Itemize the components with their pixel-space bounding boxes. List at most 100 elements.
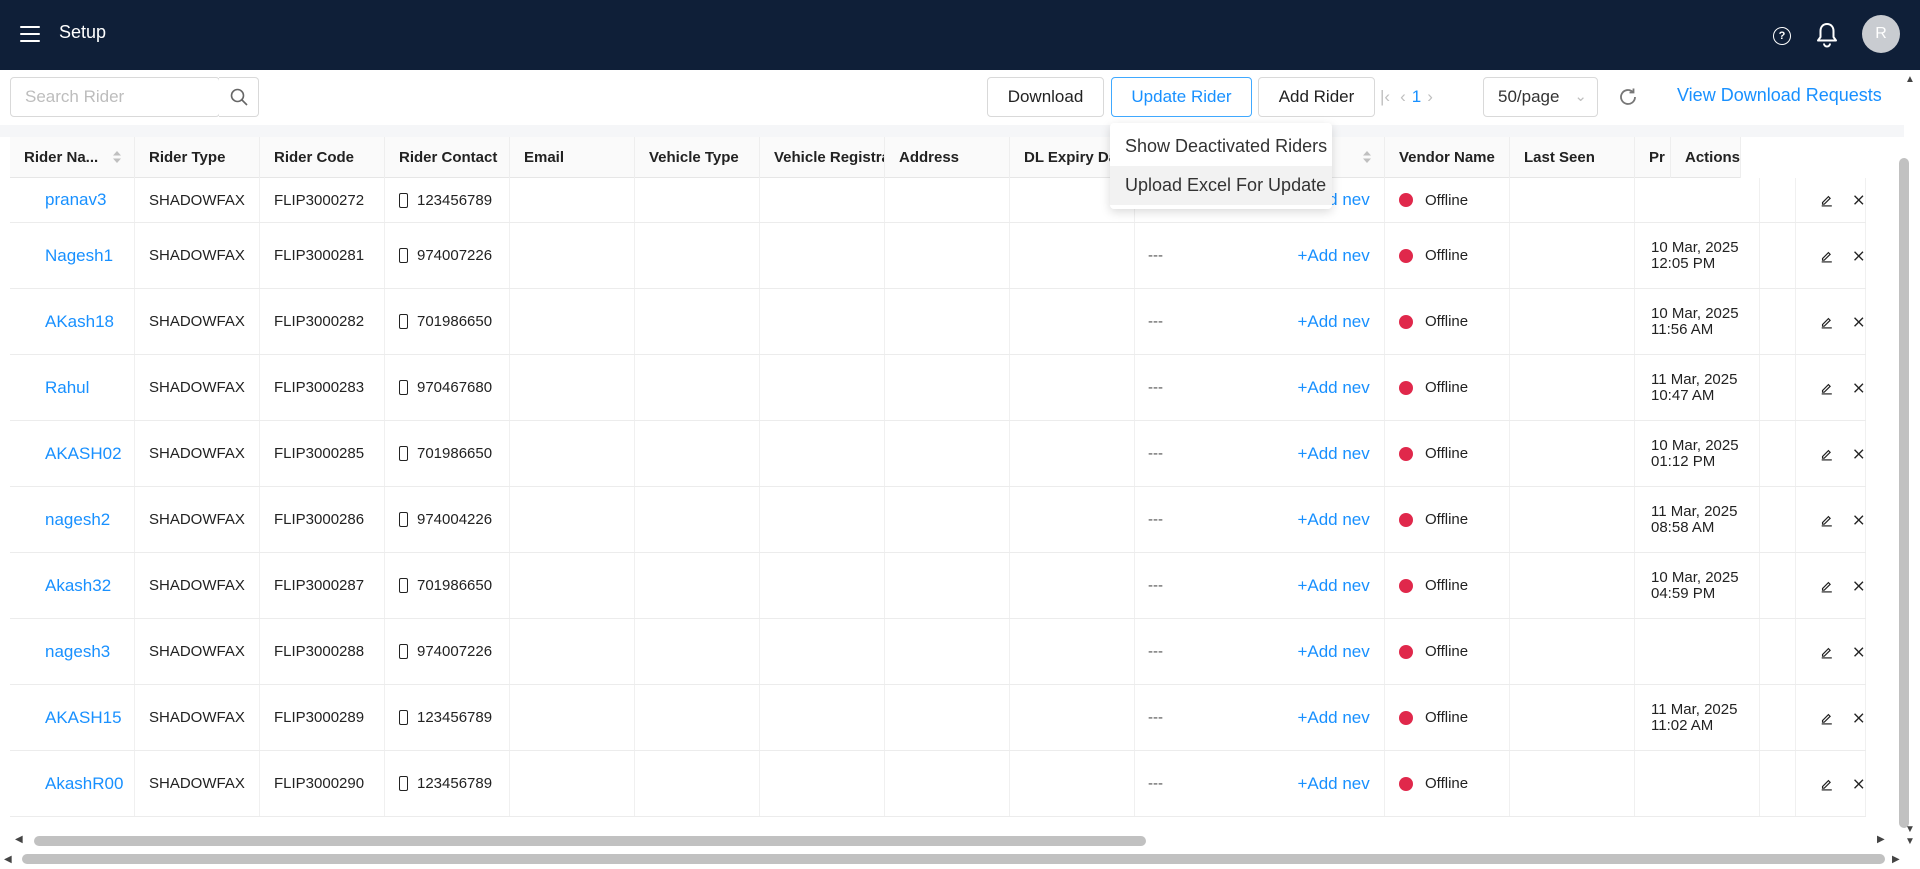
dl-expiry-value: --- [1148,775,1163,792]
rider-type-cell: SHADOWFAX [135,751,260,816]
vehicle-type-cell [635,685,760,750]
add-document-link[interactable]: +Add nev [1259,708,1384,728]
add-document-link[interactable]: +Add nev [1259,510,1384,530]
rider-name-link[interactable]: nagesh3 [10,619,135,684]
sort-icon[interactable] [112,150,122,164]
add-document-link[interactable]: +Add nev [1259,246,1384,266]
scroll-up-icon[interactable]: ▲ [1905,74,1915,85]
rider-type-cell: SHADOWFAX [135,619,260,684]
edit-icon[interactable] [1820,776,1834,792]
add-document-link[interactable]: +Add nev [1259,774,1384,794]
column-header-label: Rider Contact [399,149,498,166]
rider-contact-cell: 974007226 [385,223,510,288]
status-label: Offline [1425,247,1469,264]
refresh-icon[interactable] [1617,86,1639,108]
rider-name-link[interactable]: pranav3 [10,178,135,222]
add-document-link[interactable]: +Add nev [1259,312,1384,332]
col-rider-name-header[interactable]: Rider Na... [10,137,135,178]
show-deactivated-riders-item[interactable]: Show Deactivated Riders [1110,127,1332,166]
offline-dot-icon [1399,776,1413,791]
status-cell: Offline [1385,619,1510,684]
bell-icon[interactable] [1815,22,1839,48]
close-icon[interactable] [1852,512,1866,528]
close-icon[interactable] [1852,192,1866,208]
edit-icon[interactable] [1820,644,1834,660]
scroll-right-icon[interactable]: ▶ [1877,834,1885,845]
update-rider-button[interactable]: Update Rider [1111,77,1252,117]
rider-name-link[interactable]: AKASH15 [10,685,135,750]
add-document-link[interactable]: +Add nev [1259,444,1384,464]
add-document-link[interactable]: +Add nev [1259,576,1384,596]
first-page-icon[interactable]: |‹ [1380,87,1390,107]
search-input[interactable] [11,78,221,116]
rider-code-cell: FLIP3000281 [260,223,385,288]
close-icon[interactable] [1852,710,1866,726]
rider-name-link[interactable]: Rahul [10,355,135,420]
documents-cell: --- +Add nev [1135,553,1385,618]
close-icon[interactable] [1852,446,1866,462]
rider-name-link[interactable]: AKASH02 [10,421,135,486]
upload-excel-item[interactable]: Upload Excel For Update [1110,166,1332,205]
help-icon[interactable]: ? [1773,27,1791,45]
column-header-label: Address [899,149,960,166]
pr-cell [1760,685,1796,750]
rider-name-link[interactable]: Nagesh1 [10,223,135,288]
scroll-down-icon-2[interactable]: ▼ [1905,836,1915,847]
page-scroll-left-icon[interactable]: ◀ [4,854,12,865]
contact-value: 123456789 [417,775,493,792]
scroll-down-icon[interactable]: ▼ [1905,824,1915,835]
avatar[interactable]: R [1862,15,1900,53]
sort-icon[interactable] [1362,150,1372,164]
rider-name-link[interactable]: AkashR00 [10,751,135,816]
dl-expiry-cell [1010,487,1135,552]
table-header: Rider Na... Rider Type Rider Code Rider Con… [10,137,1741,178]
download-button[interactable]: Download [987,77,1104,117]
email-cell [510,685,635,750]
close-icon[interactable] [1852,776,1866,792]
edit-icon[interactable] [1820,248,1834,264]
close-icon[interactable] [1852,644,1866,660]
close-icon[interactable] [1852,380,1866,396]
close-icon[interactable] [1852,578,1866,594]
status-cell: Offline [1385,487,1510,552]
current-page[interactable]: 1 [1412,87,1421,107]
address-cell [885,289,1010,354]
page-size-value: 50/page [1498,87,1560,106]
prev-page-icon[interactable]: ‹ [1400,87,1406,107]
rider-name-link[interactable]: AKash18 [10,289,135,354]
rider-name-link[interactable]: Akash32 [10,553,135,618]
table-horizontal-scrollbar[interactable] [34,836,1146,846]
scroll-left-icon[interactable]: ◀ [15,834,23,845]
last-seen-cell [1635,751,1760,816]
edit-icon[interactable] [1820,512,1834,528]
add-document-link[interactable]: +Add nev [1259,378,1384,398]
rider-contact-cell: 123456789 [385,685,510,750]
vertical-scrollbar[interactable] [1899,158,1909,828]
close-icon[interactable] [1852,314,1866,330]
rider-type-cell: SHADOWFAX [135,289,260,354]
vendor-name-cell [1510,487,1635,552]
close-icon[interactable] [1852,248,1866,264]
page-size-select[interactable]: 50/page ⌄ [1483,77,1598,117]
page-horizontal-scrollbar[interactable] [22,854,1885,864]
search-button[interactable] [219,77,259,117]
status-cell: Offline [1385,685,1510,750]
column-header-label: Pr [1649,149,1665,166]
add-rider-button[interactable]: Add Rider [1258,77,1375,117]
view-download-requests-link[interactable]: View Download Requests [1677,85,1882,106]
status-cell: Offline [1385,178,1510,222]
add-document-link[interactable]: +Add nev [1259,642,1384,662]
last-seen-cell: 10 Mar, 2025 11:56 AM [1635,289,1760,354]
page-scroll-right-icon[interactable]: ▶ [1892,854,1900,865]
next-page-icon[interactable]: › [1427,87,1433,107]
edit-icon[interactable] [1820,710,1834,726]
edit-icon[interactable] [1820,578,1834,594]
contact-value: 970467680 [417,379,493,396]
edit-icon[interactable] [1820,314,1834,330]
rider-name-link[interactable]: nagesh2 [10,487,135,552]
edit-icon[interactable] [1820,446,1834,462]
edit-icon[interactable] [1820,380,1834,396]
actions-cell [1796,421,1866,486]
menu-icon[interactable] [20,26,40,42]
edit-icon[interactable] [1820,192,1834,208]
